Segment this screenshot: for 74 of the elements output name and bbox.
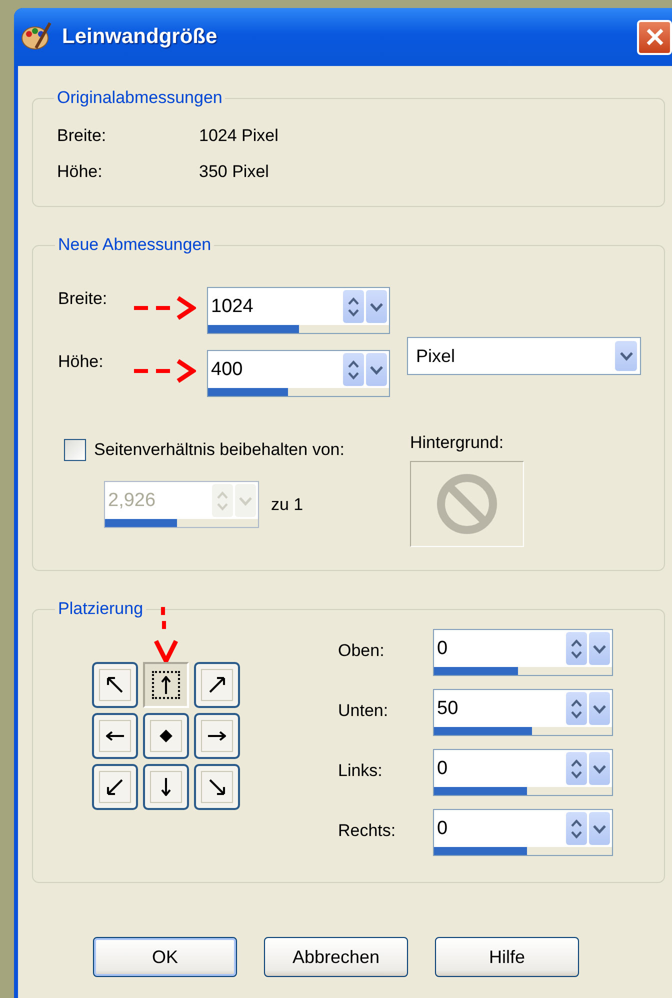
chevron-down-icon — [369, 364, 384, 374]
up-down-arrows-icon — [570, 636, 583, 660]
field-label: Breite: — [58, 288, 108, 309]
up-down-arrows-icon — [347, 358, 360, 382]
window-title: Leinwandgröße — [62, 25, 218, 49]
close-button[interactable] — [637, 20, 672, 54]
anchor-button[interactable] — [92, 662, 138, 708]
chevron-down-icon — [592, 824, 607, 834]
up-down-arrows-icon — [570, 756, 583, 780]
checkbox[interactable] — [64, 439, 86, 461]
field-value: 1024 Pixel — [199, 126, 280, 146]
field-label: Breite: — [57, 126, 108, 146]
number-field[interactable]: 400 — [207, 350, 390, 397]
dialog-button[interactable]: OK — [93, 937, 237, 977]
anchor-button[interactable] — [194, 713, 240, 759]
up-down-arrows-icon — [216, 488, 229, 512]
field-label: Höhe: — [58, 351, 104, 372]
anchor-button[interactable] — [143, 713, 189, 759]
chevron-down-icon — [618, 351, 634, 361]
anchor-button[interactable] — [143, 764, 189, 810]
unit-dropdown[interactable]: Pixel — [407, 337, 641, 375]
number-field[interactable]: 0 — [433, 629, 613, 676]
anchor-button[interactable] — [92, 764, 138, 810]
field-label: Rechts: — [338, 820, 397, 841]
chevron-down-icon — [592, 764, 607, 774]
up-down-arrows-icon — [570, 696, 583, 720]
field-label: Oben: — [338, 640, 386, 661]
field-value: 350 Pixel — [199, 162, 270, 182]
dropdown-button[interactable] — [589, 752, 610, 785]
anchor-button[interactable] — [143, 662, 189, 708]
background-swatch[interactable] — [410, 461, 524, 547]
dropdown-button[interactable] — [589, 632, 610, 665]
number-field[interactable]: 0 — [433, 809, 613, 856]
up-down-arrows-icon — [347, 294, 360, 318]
anchor-button[interactable] — [194, 662, 240, 708]
chevron-down-icon — [592, 704, 607, 714]
group-title: Platzierung — [57, 599, 144, 619]
field-label: Links: — [338, 760, 384, 781]
background-label: Hintergrund: — [410, 433, 504, 452]
diamond-icon — [157, 727, 175, 745]
chevron-down-icon — [592, 644, 607, 654]
spin-button[interactable] — [566, 692, 587, 725]
up-down-arrows-icon — [570, 816, 583, 840]
number-field[interactable]: 50 — [433, 689, 613, 736]
spin-button[interactable] — [343, 353, 364, 386]
no-sign-icon — [436, 473, 498, 535]
spin-button[interactable] — [566, 752, 587, 785]
spin-button[interactable] — [566, 632, 587, 665]
anchor-button[interactable] — [92, 713, 138, 759]
number-field[interactable]: 1024 — [207, 287, 390, 334]
chevron-down-icon — [369, 302, 384, 312]
chevron-down-icon — [238, 496, 253, 506]
arrow-icon — [208, 778, 226, 796]
dropdown-button[interactable] — [366, 290, 387, 323]
field-label: Unten: — [338, 700, 390, 721]
dropdown-button[interactable] — [366, 353, 387, 386]
dropdown-button[interactable] — [589, 692, 610, 725]
dialog-button[interactable]: Hilfe — [435, 937, 579, 977]
group-title: Neue Abmessungen — [57, 235, 212, 255]
spin-button[interactable] — [343, 290, 364, 323]
arrow-icon — [208, 676, 226, 694]
arrow-icon — [106, 778, 124, 796]
arrow-icon — [106, 676, 124, 694]
dropdown-button[interactable] — [615, 341, 637, 371]
dialog-button[interactable]: Abbrechen — [264, 937, 408, 977]
number-field[interactable]: 0 — [433, 749, 613, 796]
group-title: Originalabmessungen — [56, 88, 224, 108]
dropdown-button[interactable] — [589, 812, 610, 845]
spin-button[interactable] — [566, 812, 587, 845]
ratio-suffix: zu 1 — [271, 494, 304, 514]
close-icon — [644, 27, 664, 47]
anchor-button[interactable] — [194, 764, 240, 810]
checkbox-label: Seitenverhältnis beibehalten von: — [94, 440, 344, 460]
field-label: Höhe: — [57, 162, 104, 182]
